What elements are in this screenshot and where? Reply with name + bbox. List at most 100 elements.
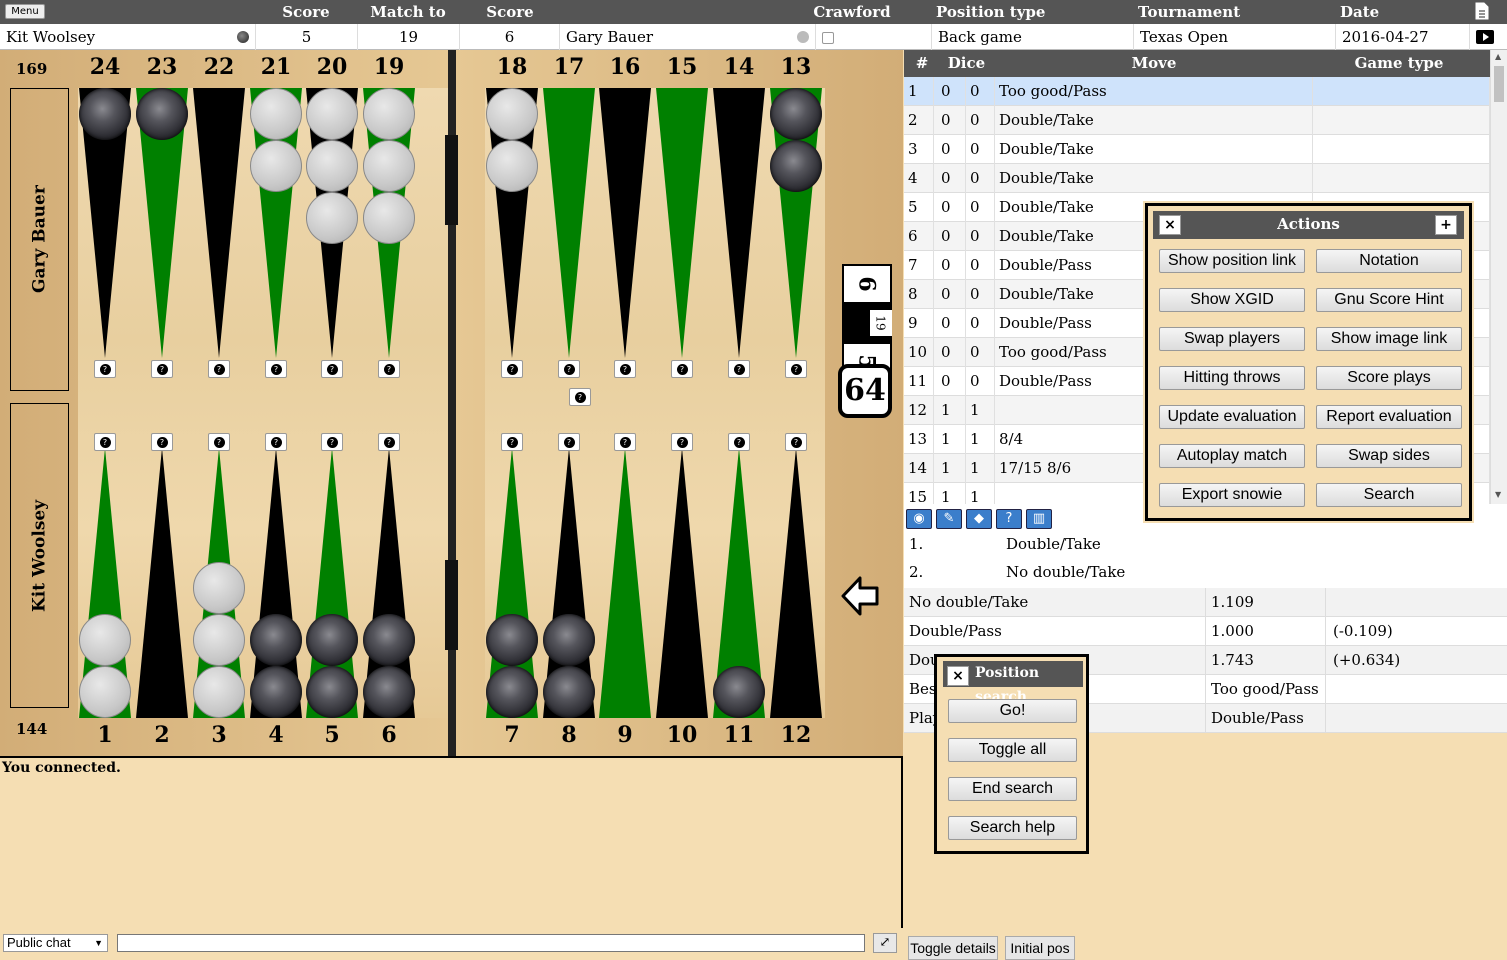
autoplay-match-button[interactable]: Autoplay match <box>1159 444 1305 468</box>
show-position-link-button[interactable]: Show position link <box>1159 249 1305 273</box>
white-checker[interactable] <box>363 140 415 192</box>
hint-marker-bottom[interactable]: ? <box>151 433 173 451</box>
black-checker[interactable] <box>543 614 595 666</box>
scroll-up-icon[interactable]: ▲ <box>1495 52 1501 61</box>
show-image-link-button[interactable]: Show image link <box>1316 327 1462 351</box>
hint-marker-bottom[interactable]: ? <box>94 433 116 451</box>
expand-icon[interactable]: ⤢ <box>873 933 897 953</box>
black-checker[interactable] <box>486 666 538 718</box>
hitting-throws-button[interactable]: Hitting throws <box>1159 366 1305 390</box>
board-points[interactable] <box>0 50 903 756</box>
black-checker[interactable] <box>486 614 538 666</box>
move-row[interactable]: 4 0 0 Double/Take <box>904 164 1490 193</box>
white-checker[interactable] <box>193 666 245 718</box>
chart-icon[interactable]: ▥ <box>1026 509 1052 529</box>
toggle-details-button[interactable]: Toggle details <box>908 936 998 960</box>
edit-icon[interactable]: ✎ <box>936 509 962 529</box>
white-checker[interactable] <box>193 562 245 614</box>
hint-marker-top[interactable]: ? <box>671 360 693 378</box>
chat-channel-select[interactable]: Public chat ▼ <box>3 934 108 952</box>
hint-marker-extra[interactable]: ? <box>569 388 591 406</box>
white-checker[interactable] <box>306 88 358 140</box>
search-help-button[interactable]: Search help <box>948 816 1077 840</box>
backgammon-board[interactable]: 169 144 Gary Bauer Kit Woolsey 6 19 5 64… <box>0 50 903 756</box>
black-checker[interactable] <box>79 88 131 140</box>
crawford-checkbox[interactable] <box>822 32 834 44</box>
help-icon[interactable]: ? <box>996 509 1022 529</box>
hint-marker-bottom[interactable]: ? <box>265 433 287 451</box>
notation-button[interactable]: Notation <box>1316 249 1462 273</box>
doubling-cube[interactable]: 64 <box>838 364 892 418</box>
move-row[interactable]: 1 0 0 Too good/Pass <box>904 77 1490 106</box>
move-row[interactable]: 3 0 0 Double/Take <box>904 135 1490 164</box>
go-button[interactable]: Go! <box>948 699 1077 723</box>
black-checker[interactable] <box>770 88 822 140</box>
toggle-all-button[interactable]: Toggle all <box>948 738 1077 762</box>
hint-marker-top[interactable]: ? <box>558 360 580 378</box>
end-search-button[interactable]: End search <box>948 777 1077 801</box>
white-checker[interactable] <box>363 192 415 244</box>
eye-icon[interactable]: ◉ <box>906 509 932 529</box>
move-row[interactable]: 2 0 0 Double/Take <box>904 106 1490 135</box>
menu-button[interactable]: Menu <box>5 4 45 19</box>
hint-marker-bottom[interactable]: ? <box>321 433 343 451</box>
black-checker[interactable] <box>543 666 595 718</box>
white-checker[interactable] <box>79 666 131 718</box>
show-xgid-button[interactable]: Show XGID <box>1159 288 1305 312</box>
hint-marker-bottom[interactable]: ? <box>785 433 807 451</box>
white-checker[interactable] <box>306 192 358 244</box>
gnu-score-hint-button[interactable]: Gnu Score Hint <box>1316 288 1462 312</box>
hint-marker-bottom[interactable]: ? <box>501 433 523 451</box>
swap-players-button[interactable]: Swap players <box>1159 327 1305 351</box>
white-checker[interactable] <box>250 88 302 140</box>
tag-icon[interactable]: ◆ <box>966 509 992 529</box>
hint-marker-top[interactable]: ? <box>94 360 116 378</box>
black-checker[interactable] <box>250 614 302 666</box>
hint-marker-top[interactable]: ? <box>321 360 343 378</box>
moves-scrollbar[interactable]: ▲ ▼ <box>1490 50 1507 504</box>
white-checker[interactable] <box>193 614 245 666</box>
update-evaluation-button[interactable]: Update evaluation <box>1159 405 1305 429</box>
hint-marker-top[interactable]: ? <box>378 360 400 378</box>
score-plays-button[interactable]: Score plays <box>1316 366 1462 390</box>
hint-marker-top[interactable]: ? <box>501 360 523 378</box>
scroll-down-icon[interactable]: ▼ <box>1495 490 1501 499</box>
black-checker[interactable] <box>363 666 415 718</box>
initial-pos-button[interactable]: Initial pos <box>1005 936 1075 960</box>
black-checker[interactable] <box>136 88 188 140</box>
close-icon[interactable]: × <box>1159 215 1181 235</box>
close-icon[interactable]: × <box>947 666 969 686</box>
hint-marker-top[interactable]: ? <box>728 360 750 378</box>
hint-marker-top[interactable]: ? <box>614 360 636 378</box>
play-icon[interactable] <box>1470 24 1507 50</box>
white-checker[interactable] <box>250 140 302 192</box>
chat-input[interactable] <box>117 934 865 952</box>
black-checker[interactable] <box>713 666 765 718</box>
hint-marker-bottom[interactable]: ? <box>558 433 580 451</box>
hint-marker-bottom[interactable]: ? <box>671 433 693 451</box>
hint-marker-top[interactable]: ? <box>208 360 230 378</box>
search-button[interactable]: Search <box>1316 483 1462 507</box>
white-checker[interactable] <box>306 140 358 192</box>
hint-marker-bottom[interactable]: ? <box>728 433 750 451</box>
hint-marker-bottom[interactable]: ? <box>614 433 636 451</box>
hint-marker-top[interactable]: ? <box>785 360 807 378</box>
file-icon[interactable] <box>1475 2 1489 20</box>
black-checker[interactable] <box>250 666 302 718</box>
hint-marker-bottom[interactable]: ? <box>208 433 230 451</box>
black-checker[interactable] <box>770 140 822 192</box>
hint-marker-bottom[interactable]: ? <box>378 433 400 451</box>
hint-marker-top[interactable]: ? <box>151 360 173 378</box>
report-evaluation-button[interactable]: Report evaluation <box>1316 405 1462 429</box>
white-checker[interactable] <box>363 88 415 140</box>
hint-marker-top[interactable]: ? <box>265 360 287 378</box>
detail-list-item[interactable]: 2. No double/Take <box>904 558 1507 587</box>
black-checker[interactable] <box>363 614 415 666</box>
black-checker[interactable] <box>306 666 358 718</box>
detail-list-item[interactable]: 1. Double/Take <box>904 530 1507 559</box>
white-checker[interactable] <box>486 140 538 192</box>
export-snowie-button[interactable]: Export snowie <box>1159 483 1305 507</box>
expand-icon[interactable]: + <box>1435 215 1457 235</box>
arrow-left-icon[interactable] <box>840 574 880 622</box>
white-checker[interactable] <box>79 614 131 666</box>
